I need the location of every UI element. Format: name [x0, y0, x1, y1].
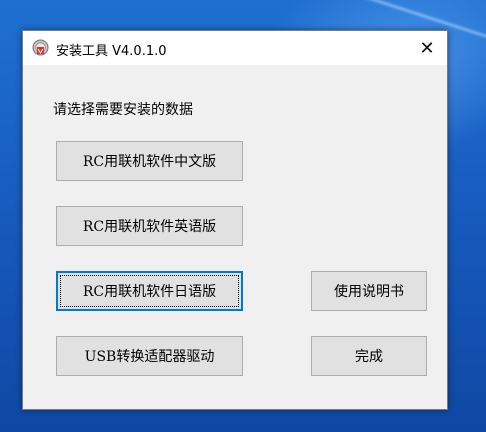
installer-dialog: 安装工具 V4.0.1.0 ✕ 请选择需要安装的数据 RC用联机软件中文版 RC…: [22, 30, 448, 410]
close-button[interactable]: ✕: [407, 31, 447, 65]
install-japanese-label: RC用联机软件日语版: [82, 284, 217, 300]
manual-label: 使用说明书: [334, 284, 404, 300]
install-chinese-label: RC用联机软件中文版: [82, 154, 217, 170]
install-chinese-button[interactable]: RC用联机软件中文版: [56, 141, 243, 181]
instruction-label: 请选择需要安装的数据: [53, 102, 193, 118]
install-japanese-button[interactable]: RC用联机软件日语版: [56, 271, 243, 311]
finish-label: 完成: [355, 349, 383, 365]
title-bar: 安装工具 V4.0.1.0 ✕: [23, 31, 447, 65]
install-usb-driver-button[interactable]: USB转换适配器驱动: [56, 336, 243, 376]
installer-app-icon: [32, 39, 49, 56]
close-icon: ✕: [419, 37, 435, 59]
install-english-label: RC用联机软件英语版: [82, 219, 217, 235]
install-english-button[interactable]: RC用联机软件英语版: [56, 206, 243, 246]
install-usb-driver-label: USB转换适配器驱动: [84, 349, 215, 365]
window-title: 安装工具 V4.0.1.0: [56, 44, 167, 59]
finish-button[interactable]: 完成: [311, 336, 427, 376]
manual-button[interactable]: 使用说明书: [311, 271, 427, 311]
